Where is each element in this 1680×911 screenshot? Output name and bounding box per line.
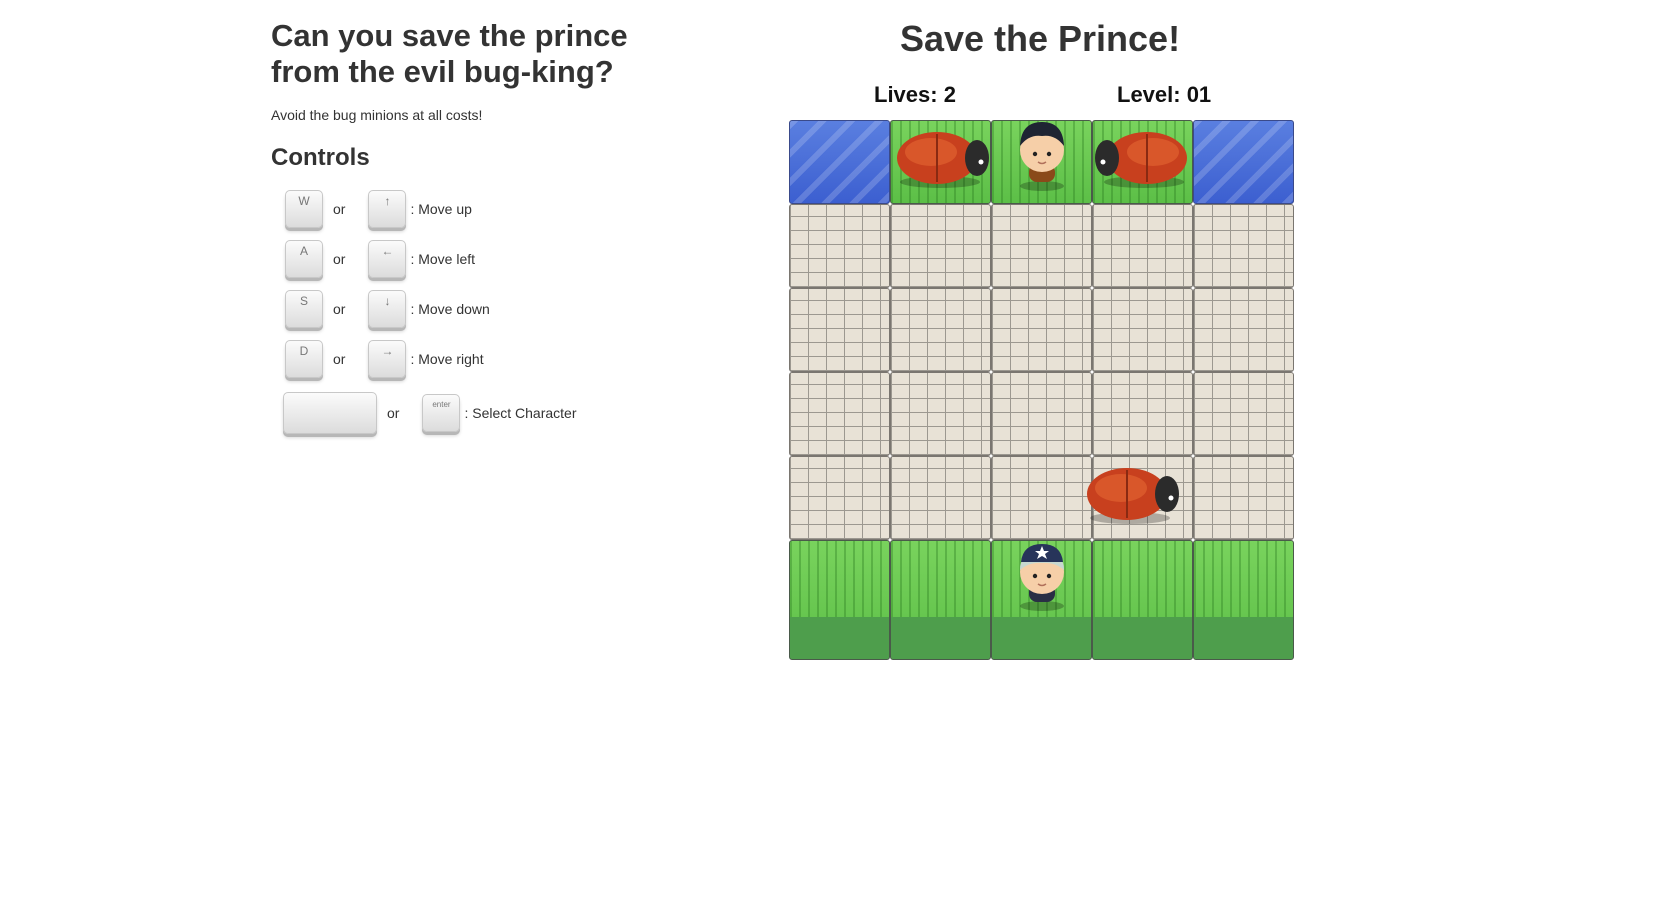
stone-tile [1193,204,1294,288]
instructions-panel: Can you save the prince from the evil bu… [271,18,691,442]
stone-tile [789,372,890,456]
headline-line-1: Can you save the prince [271,18,628,53]
or-label: or [333,251,346,267]
water-tile [1193,120,1294,204]
prince-character-icon [1020,122,1064,191]
s-key-icon: S [285,290,323,328]
stone-tile [1092,204,1193,288]
stone-tile [789,288,890,372]
enter-key-icon: enter [422,394,461,432]
game-board[interactable] [789,120,1297,660]
grass-tile [890,540,991,660]
stone-tile [991,456,1092,540]
stone-tile [890,456,991,540]
stone-tile [1193,288,1294,372]
controls-title: Controls [271,144,370,171]
enemy-bug-icon [1095,132,1187,188]
water-tile [789,120,890,204]
control-desc: : Move down [410,301,490,317]
or-label: or [333,201,346,217]
grass-tile [1092,540,1193,660]
control-move-down: S or ↓ : Move down [271,284,691,334]
control-move-right: D or → : Move right [271,334,691,384]
spacebar-key-icon [283,392,377,434]
grass-tile [789,540,890,660]
arrow-left-key-icon: ← [368,240,407,278]
page: Can you save the prince from the evil bu… [0,0,1680,911]
stone-tile [991,372,1092,456]
control-desc: : Move left [410,251,476,267]
grass-tile [1193,540,1294,660]
control-move-left: A or ← : Move left [271,234,691,284]
stone-tile [789,456,890,540]
stone-tile [1092,372,1193,456]
stone-tile [991,288,1092,372]
or-label: or [387,405,400,421]
stone-tile [991,204,1092,288]
player-character-icon [1019,544,1065,611]
headline: Can you save the prince from the evil bu… [271,18,691,90]
or-label: or [333,351,346,367]
control-desc: : Select Character [464,405,577,421]
a-key-icon: A [285,240,323,278]
control-select-character: or enter : Select Character [271,384,691,442]
stone-tile [890,288,991,372]
subtitle: Avoid the bug minions at all costs! [271,107,483,123]
enemy-bug-icon [1087,468,1179,524]
lives-counter: Lives: 2 [874,82,956,107]
or-label: or [333,301,346,317]
stone-tile [1092,288,1193,372]
enemy-bug-icon [897,132,989,188]
headline-line-2: from the evil bug-king? [271,54,614,89]
game-title: Save the Prince! [899,18,1181,59]
arrow-down-key-icon: ↓ [368,290,407,328]
control-desc: : Move up [410,201,472,217]
stone-tile [1193,372,1294,456]
arrow-up-key-icon: ↑ [368,190,407,228]
control-move-up: W or ↑ : Move up [271,184,691,234]
d-key-icon: D [285,340,323,378]
stone-tile [1193,456,1294,540]
stone-tile [890,372,991,456]
stone-tile [890,204,991,288]
level-counter: Level: 01 [1117,82,1212,107]
controls-list: W or ↑ : Move up A or ← : Move left S or… [271,184,691,442]
stone-tile [789,204,890,288]
arrow-right-key-icon: → [368,340,407,378]
w-key-icon: W [285,190,323,228]
control-desc: : Move right [410,351,484,367]
